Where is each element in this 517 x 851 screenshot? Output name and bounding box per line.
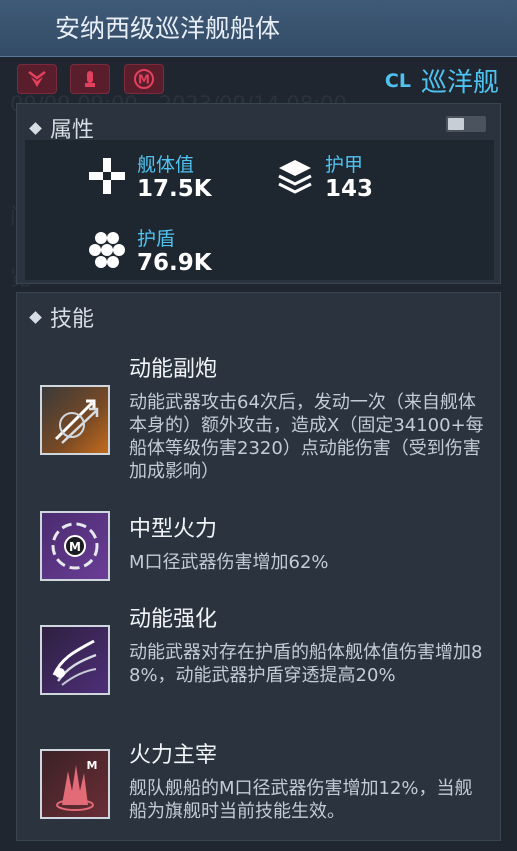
stat-label: 护甲 (325, 154, 364, 176)
stat-value: 17.5K (137, 176, 212, 202)
attributes-panel: 属性 舰体值 17.5K 护甲 143 护盾 76.9K (16, 103, 501, 284)
skill-name: 中型火力 (129, 517, 218, 542)
medium-firepower-icon: M (40, 511, 110, 581)
attributes-toggle[interactable] (446, 116, 486, 132)
skill-name: 动能副炮 (129, 357, 218, 382)
stat-label: 舰体值 (137, 154, 195, 176)
badge-ammo[interactable] (70, 64, 110, 94)
ship-class-icon: CL (384, 69, 411, 92)
stat-value: 143 (325, 176, 374, 202)
skill-description: M口径武器伤害增加62% (129, 552, 329, 573)
kinetic-boost-icon (40, 625, 110, 695)
svg-text:M: M (138, 73, 150, 87)
skill-name: 火力主宰 (129, 743, 218, 768)
diamond-bullet-icon (29, 310, 42, 324)
badge-shield-chevron[interactable] (17, 64, 57, 94)
skills-header: 技能 (29, 301, 95, 333)
ammo-icon (85, 71, 95, 87)
page-title: 安纳西级巡洋舰船体 (55, 14, 281, 43)
stat-hull: 舰体值 17.5K (85, 154, 212, 202)
diamond-bullet-icon (29, 121, 42, 135)
skill-description: 舰队舰船的M口径武器伤害增加12%，当舰船为旗舰时当前技能生效。 (129, 778, 473, 822)
stat-value: 76.9K (137, 250, 212, 276)
armor-layers-icon (278, 160, 312, 194)
shield-chevron-icon (28, 71, 46, 87)
ship-type: CL 巡洋舰 (385, 62, 499, 99)
stat-shield: 护盾 76.9K (85, 228, 212, 276)
kinetic-secondary-gun-icon (40, 385, 110, 455)
attributes-box: 舰体值 17.5K 护甲 143 护盾 76.9K (25, 140, 494, 280)
hull-cross-icon (89, 158, 125, 194)
skills-title: 技能 (50, 307, 95, 332)
stat-armor: 护甲 143 (273, 154, 373, 202)
badge-m-circle[interactable]: M (124, 64, 164, 94)
svg-text:M: M (87, 759, 98, 772)
skill-name: 动能强化 (129, 607, 218, 632)
stat-label: 护盾 (137, 228, 176, 250)
ship-type-label: 巡洋舰 (420, 68, 499, 98)
firepower-dominance-icon: M (40, 749, 110, 819)
skill-description: 动能武器对存在护盾的船体舰体值伤害增加88%，动能武器护盾穿透提高20% (129, 642, 483, 686)
skill-description: 动能武器攻击64次后，发动一次（来自舰体本身的）额外攻击，造成X（固定34100… (129, 392, 484, 482)
m-circle-icon: M (134, 69, 154, 89)
skills-panel: 技能 动能副炮 动能武器攻击64次后，发动一次（来自舰体本身的）额外攻击，造成X… (16, 292, 501, 841)
toggle-knob (448, 118, 464, 130)
title-bar: 安纳西级巡洋舰船体 (0, 0, 517, 57)
svg-text:M: M (69, 540, 81, 554)
shield-hex-icon (89, 232, 125, 268)
